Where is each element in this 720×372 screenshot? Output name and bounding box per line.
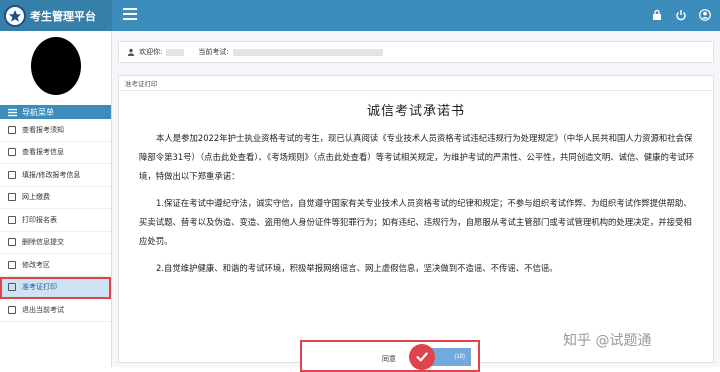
welcome-bar: 欢迎你: 当前考试: — [118, 41, 714, 63]
sidebar-item-change-region[interactable]: 修改考区 — [0, 254, 111, 277]
sidebar-item-edit-info[interactable]: 填报/修改报考信息 — [0, 164, 111, 187]
main-content: 欢迎你: 当前考试: 准考证打印 诚信考试承诺书 本人是参加2022年护士执业资… — [112, 31, 720, 372]
star-icon — [9, 9, 21, 22]
watermark: 知乎 @试题通 — [563, 333, 652, 349]
exit-icon — [8, 305, 16, 314]
nav-header-label: 导航菜单 — [22, 107, 54, 117]
logo — [4, 4, 26, 27]
countdown: (18) — [454, 354, 465, 360]
brand[interactable]: 考生管理平台 — [0, 0, 112, 31]
sidebar-item-delete-submission[interactable]: 删除信息提交 — [0, 232, 111, 254]
sidebar-item-label: 网上缴费 — [22, 193, 50, 202]
sidebar-item-label: 打印报名表 — [22, 215, 57, 224]
welcome-label: 欢迎你: — [139, 48, 163, 56]
sidebar: 导航菜单 查看报考须知 查看报考信息 填报/修改报考信息 网上缴费 打印报名表 … — [0, 31, 112, 367]
sidebar-item-label: 删除信息提交 — [22, 238, 64, 247]
admission-panel: 准考证打印 诚信考试承诺书 本人是参加2022年护士执业资格考试的考生，现已认真… — [118, 75, 714, 372]
lock-icon[interactable] — [650, 7, 664, 23]
notice-icon — [8, 125, 16, 134]
avatar — [30, 37, 81, 95]
redacted-exam — [232, 48, 383, 56]
location-icon — [8, 260, 16, 269]
sidebar-item-label: 查看报考须知 — [22, 125, 64, 134]
panel-title: 准考证打印 — [119, 76, 713, 91]
ticket-icon — [8, 283, 16, 292]
sidebar-item-admission-print[interactable]: 准考证打印 — [0, 276, 111, 299]
menu-icon[interactable] — [123, 8, 137, 22]
app-title: 考生管理平台 — [30, 9, 96, 23]
nav-header: 导航菜单 — [0, 105, 111, 119]
current-exam-label: 当前考试: — [198, 48, 229, 56]
sidebar-item-label: 修改考区 — [22, 260, 50, 269]
sidebar-item-print-form[interactable]: 打印报名表 — [0, 209, 111, 232]
edit-icon — [8, 170, 16, 179]
doc-body: 本人是参加2022年护士执业资格考试的考生，现已认真阅读《专业技术人员资格考试违… — [119, 119, 713, 278]
payment-icon — [8, 193, 16, 202]
sidebar-item-label: 查看报考信息 — [22, 148, 64, 157]
sidebar-item-payment[interactable]: 网上缴费 — [0, 187, 111, 209]
user-icon[interactable] — [698, 7, 712, 23]
print-icon — [8, 215, 16, 224]
power-icon[interactable] — [674, 7, 688, 23]
menu-icon — [8, 108, 17, 116]
user-icon — [127, 48, 135, 56]
sidebar-item-exam-notice[interactable]: 查看报考须知 — [0, 119, 111, 142]
delete-icon — [8, 238, 16, 247]
check-icon[interactable] — [409, 344, 435, 370]
top-navbar: 考生管理平台 — [0, 0, 720, 31]
doc-paragraph: 1.保证在考试中遵纪守法，诚实守信，自觉遵守国家有关专业技术人员资格考试的纪律和… — [139, 198, 692, 246]
doc-paragraph: 本人是参加2022年护士执业资格考试的考生，现已认真阅读《专业技术人员资格考试违… — [139, 133, 694, 181]
sidebar-item-view-info[interactable]: 查看报考信息 — [0, 142, 111, 164]
agree-box: 同意 (18) — [300, 340, 480, 372]
sidebar-item-label: 退出当前考试 — [22, 305, 64, 314]
agree-label: 同意 — [382, 355, 396, 363]
doc-title: 诚信考试承诺书 — [366, 104, 465, 119]
sidebar-item-label: 填报/修改报考信息 — [22, 170, 81, 179]
sidebar-item-exit-exam[interactable]: 退出当前考试 — [0, 299, 111, 322]
redacted-name — [166, 48, 185, 56]
doc-paragraph: 2.自觉维护健康、和谐的考试环境，积极举报网络谣言、网上虚假信息，坚决做到不造谣… — [156, 263, 558, 273]
sidebar-item-label: 准考证打印 — [22, 283, 57, 292]
document-icon — [8, 148, 16, 157]
